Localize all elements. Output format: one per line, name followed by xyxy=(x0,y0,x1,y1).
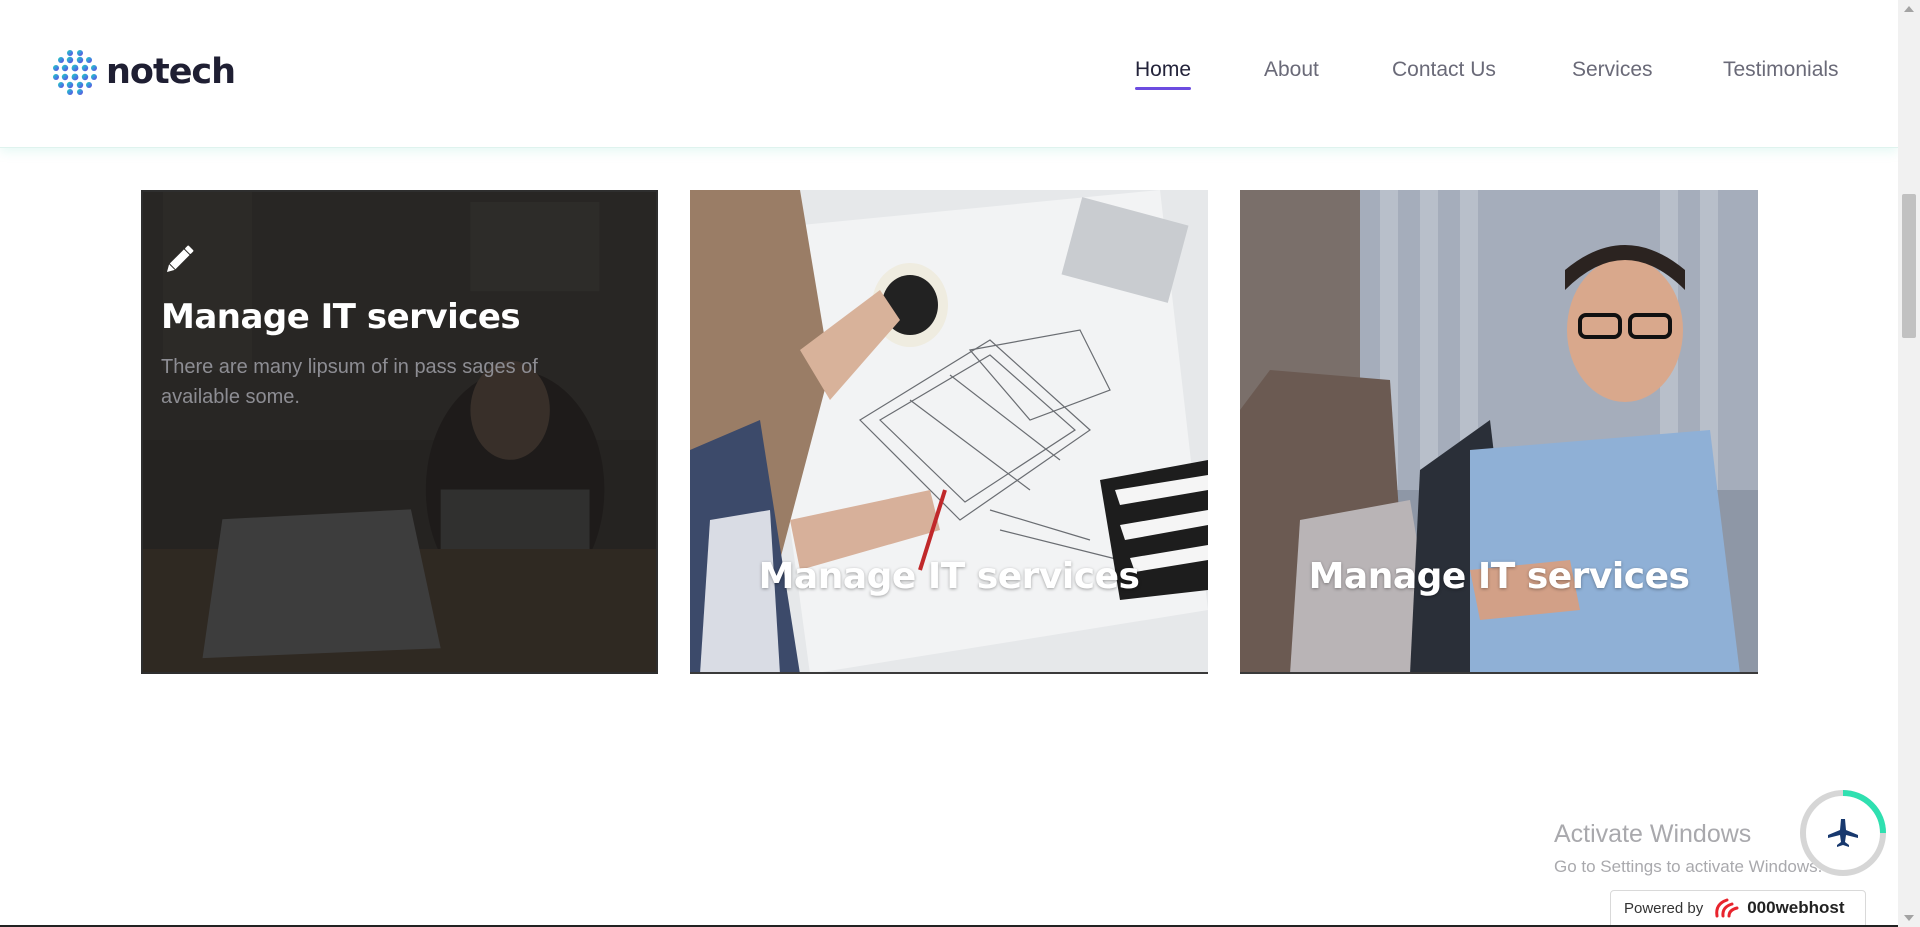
card-title: Manage IT services xyxy=(161,297,521,337)
nav-testimonials[interactable]: Testimonials xyxy=(1723,58,1839,82)
powered-by-label: Powered by xyxy=(1624,899,1704,917)
watermark-title: Activate Windows xyxy=(1554,820,1752,848)
scroll-to-top-button[interactable] xyxy=(1798,788,1888,878)
powered-by-badge[interactable]: Powered by 000webhost xyxy=(1610,890,1866,926)
service-card-3[interactable]: Manage IT services xyxy=(1240,190,1758,674)
business-meeting-photo xyxy=(1240,190,1758,674)
scrollbar-thumb[interactable] xyxy=(1902,194,1916,338)
watermark-subtitle: Go to Settings to activate Windows. xyxy=(1554,857,1823,876)
scroll-up-arrow-icon[interactable] xyxy=(1904,6,1914,12)
scroll-down-arrow-icon[interactable] xyxy=(1904,915,1914,921)
card-divider xyxy=(690,672,1208,674)
pencil-icon xyxy=(166,245,194,273)
nav-about[interactable]: About xyxy=(1264,58,1319,82)
page: notech Home About Contact Us Services Te… xyxy=(0,0,1898,927)
card-dark-overlay xyxy=(143,192,656,672)
000webhost-logo-icon xyxy=(1715,898,1739,918)
card-title: Manage IT services xyxy=(758,556,1140,597)
card-title: Manage IT services xyxy=(1308,556,1690,597)
service-card-2[interactable]: Manage IT services xyxy=(690,190,1208,674)
nav-contact-us[interactable]: Contact Us xyxy=(1392,58,1496,82)
vertical-scrollbar[interactable] xyxy=(1898,0,1920,927)
main-nav: Home About Contact Us Services Testimoni… xyxy=(0,58,1898,90)
host-name: 000webhost xyxy=(1747,898,1845,917)
service-card-1[interactable]: Manage IT services There are many lipsum… xyxy=(141,190,658,674)
nav-services[interactable]: Services xyxy=(1572,58,1653,82)
windows-activation-watermark: Activate Windows Go to Settings to activ… xyxy=(1554,820,1822,877)
nav-home[interactable]: Home xyxy=(1135,58,1192,90)
site-header: notech Home About Contact Us Services Te… xyxy=(0,0,1898,148)
card-description: There are many lipsum of in pass sages o… xyxy=(161,356,538,408)
blueprint-team-photo xyxy=(690,190,1208,674)
card-divider xyxy=(1240,672,1758,674)
